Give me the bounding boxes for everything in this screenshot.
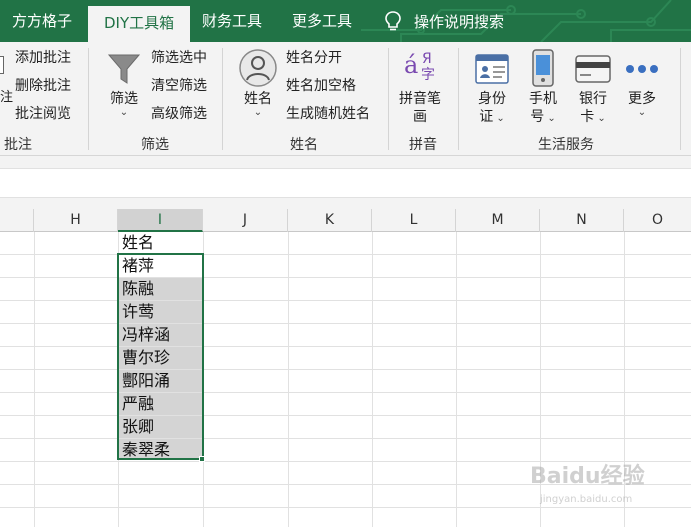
group-divider bbox=[388, 48, 389, 150]
row-gridline bbox=[0, 392, 691, 393]
column-header-i[interactable]: I bbox=[118, 209, 203, 232]
filter-button-label: 筛选 bbox=[110, 91, 138, 107]
id-card-icon bbox=[475, 54, 509, 84]
chevron-down-icon: ⌄ bbox=[637, 107, 647, 118]
tab-finance-tools[interactable]: 财务工具 bbox=[202, 0, 262, 42]
random-name-button[interactable]: 生成随机姓名 bbox=[286, 104, 370, 124]
tab-more-tools[interactable]: 更多工具 bbox=[292, 0, 352, 42]
column-header-g[interactable] bbox=[0, 209, 34, 232]
split-name-button[interactable]: 姓名分开 bbox=[286, 48, 342, 68]
name-button[interactable]: 姓名 ⌄ bbox=[238, 48, 278, 118]
pinyin-stroke-button[interactable]: á Я 字 拼音笔 画 bbox=[399, 50, 441, 126]
add-comment-button[interactable]: 添加批注 bbox=[15, 48, 71, 68]
row-gridline bbox=[0, 323, 691, 324]
search-tab-label: 操作说明搜索 bbox=[414, 12, 505, 31]
watermark-sub: jingyan.baidu.com bbox=[540, 494, 633, 505]
group-divider bbox=[680, 48, 681, 150]
id-card-line2: 证 ⌄ bbox=[479, 109, 505, 125]
column-header-j[interactable]: J bbox=[203, 209, 288, 232]
group-divider bbox=[88, 48, 89, 150]
column-header-o[interactable]: O bbox=[624, 209, 691, 232]
person-icon bbox=[239, 49, 277, 87]
watermark-main: Baidu经验 bbox=[530, 464, 645, 489]
funnel-icon bbox=[107, 54, 141, 84]
row-gridline bbox=[0, 369, 691, 370]
name-button-label: 姓名 bbox=[244, 91, 272, 107]
ribbon-tab-bar: 方方格子 DIY工具箱 财务工具 更多工具 操作说明搜索 bbox=[0, 0, 691, 42]
pinyin-icon-letter: á bbox=[404, 51, 419, 79]
comment-edge-box-icon bbox=[0, 56, 4, 74]
comment-group-label: 批注 bbox=[4, 137, 32, 153]
row-gridline bbox=[0, 507, 691, 508]
tell-me-search[interactable]: 操作说明搜索 bbox=[384, 0, 504, 42]
name-group-label: 姓名 bbox=[290, 137, 318, 153]
bank-card-icon bbox=[575, 55, 611, 83]
ribbon-panel: 注 添加批注 删除批注 批注阅览 批注 筛选 ⌄ 筛选选中 清空筛选 高级筛选 … bbox=[0, 42, 691, 156]
column-gridline bbox=[34, 232, 35, 527]
column-header-h[interactable]: H bbox=[34, 209, 118, 232]
group-divider bbox=[222, 48, 223, 150]
advanced-filter-button[interactable]: 高级筛选 bbox=[151, 104, 207, 124]
bank-card-line2: 卡 ⌄ bbox=[580, 109, 606, 125]
column-header-m[interactable]: M bbox=[456, 209, 540, 232]
row-gridline bbox=[0, 300, 691, 301]
life-services-group-label: 生活服务 bbox=[538, 137, 594, 153]
cell-i1-header[interactable]: 姓名 bbox=[122, 232, 154, 254]
pinyin-button-line1: 拼音笔 bbox=[399, 91, 441, 107]
formula-input[interactable] bbox=[0, 168, 691, 198]
comment-edge-glyph: 注 bbox=[0, 90, 14, 105]
id-card-line1: 身份 bbox=[478, 91, 506, 107]
row-gridline bbox=[0, 415, 691, 416]
mobile-line1: 手机 bbox=[529, 91, 557, 107]
filter-selected-button[interactable]: 筛选选中 bbox=[151, 48, 207, 68]
name-add-space-button[interactable]: 姓名加空格 bbox=[286, 76, 356, 96]
filter-group-label: 筛选 bbox=[141, 137, 169, 153]
more-services-button[interactable]: 更多 ⌄ bbox=[624, 50, 660, 118]
tab-diy-toolbox[interactable]: DIY工具箱 bbox=[88, 6, 191, 42]
pinyin-icon: á Я 字 bbox=[400, 50, 440, 88]
pinyin-button-line2: 画 bbox=[413, 109, 427, 125]
bank-card-line1: 银行 bbox=[579, 91, 607, 107]
chevron-down-icon: ⌄ bbox=[253, 107, 263, 118]
column-gridline bbox=[288, 232, 289, 527]
more-services-label: 更多 bbox=[628, 91, 656, 107]
column-header-n[interactable]: N bbox=[540, 209, 624, 232]
fill-handle[interactable] bbox=[199, 456, 205, 462]
more-dots-icon bbox=[626, 65, 658, 73]
id-card-button[interactable]: 身份 证 ⌄ bbox=[474, 50, 510, 126]
formula-bar-area bbox=[0, 156, 691, 209]
pinyin-icon-char: 字 bbox=[421, 67, 435, 83]
mobile-number-button[interactable]: 手机 号 ⌄ bbox=[525, 48, 561, 126]
clear-filter-button[interactable]: 清空筛选 bbox=[151, 76, 207, 96]
column-gridline bbox=[372, 232, 373, 527]
row-gridline bbox=[0, 438, 691, 439]
mobile-line2: 号 ⌄ bbox=[530, 109, 556, 125]
group-divider bbox=[458, 48, 459, 150]
bank-card-button[interactable]: 银行 卡 ⌄ bbox=[574, 50, 612, 126]
tab-fangfang[interactable]: 方方格子 bbox=[12, 0, 72, 42]
row-gridline bbox=[0, 254, 691, 255]
column-header-k[interactable]: K bbox=[288, 209, 372, 232]
mobile-phone-icon bbox=[532, 49, 554, 87]
column-gridline bbox=[456, 232, 457, 527]
column-header-row: H I J K L M N O bbox=[0, 209, 691, 232]
row-gridline bbox=[0, 346, 691, 347]
view-comments-button[interactable]: 批注阅览 bbox=[15, 104, 71, 124]
selection-border bbox=[117, 253, 204, 460]
row-gridline bbox=[0, 277, 691, 278]
filter-button[interactable]: 筛选 ⌄ bbox=[104, 50, 144, 118]
chevron-down-icon: ⌄ bbox=[119, 107, 129, 118]
pinyin-group-label: 拼音 bbox=[409, 137, 437, 153]
column-header-l[interactable]: L bbox=[372, 209, 456, 232]
delete-comment-button[interactable]: 删除批注 bbox=[15, 76, 71, 96]
lightbulb-icon bbox=[385, 11, 401, 31]
